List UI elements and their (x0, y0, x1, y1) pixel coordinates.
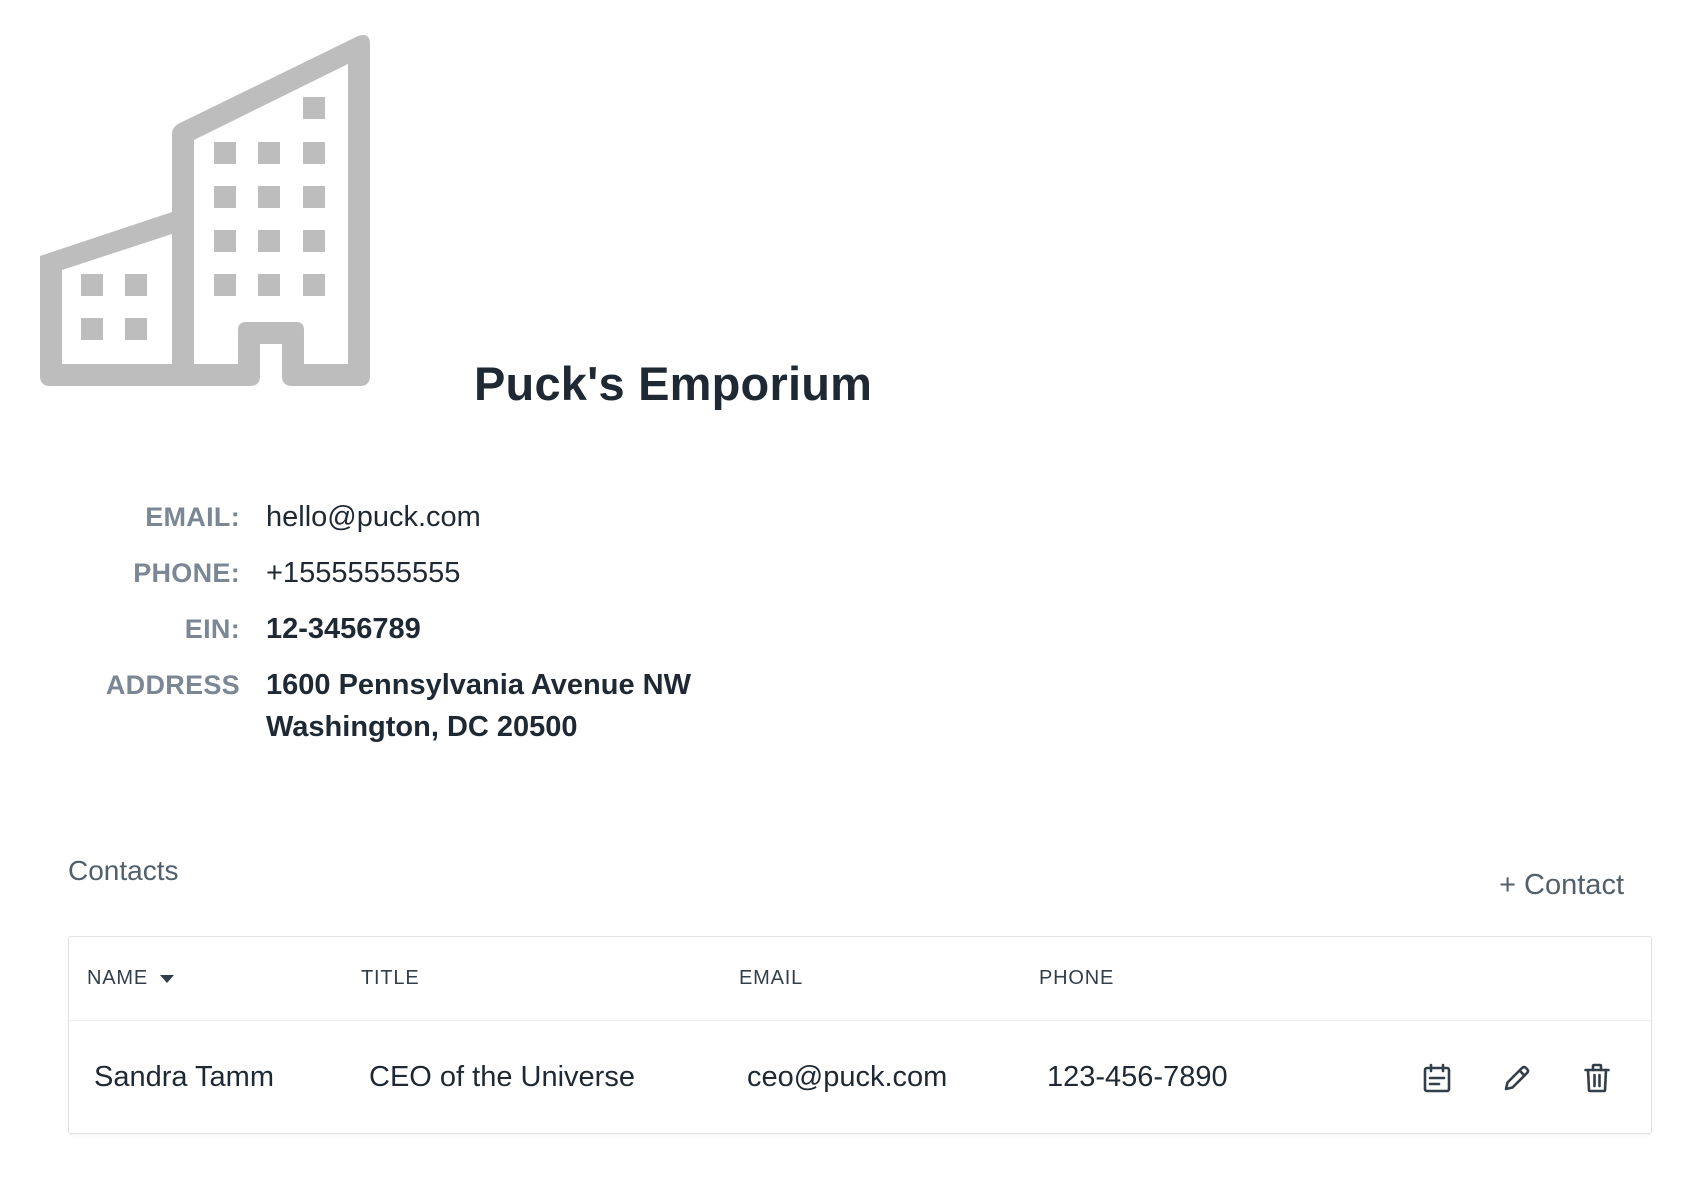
company-address: 1600 Pennsylvania Avenue NW Washington, … (266, 664, 691, 748)
column-header-title: TITLE (361, 967, 419, 990)
contacts-table: NAME TITLE EMAIL PHONE Sandra Tamm CEO o… (68, 936, 1652, 1134)
address-line-1: 1600 Pennsylvania Avenue NW (266, 669, 691, 701)
contact-email: ceo@puck.com (747, 1061, 948, 1093)
detail-label: ADDRESS (105, 670, 240, 700)
company-phone[interactable]: +15555555555 (266, 556, 460, 590)
detail-email: EMAIL: hello@puck.com (60, 500, 960, 534)
notes-icon (1423, 1063, 1451, 1093)
detail-ein: EIN: 12-3456789 (60, 612, 960, 646)
column-header-label: NAME (87, 967, 148, 989)
building-icon (40, 35, 370, 386)
company-name: Puck's Emporium (474, 357, 873, 410)
detail-phone: PHONE: +15555555555 (60, 556, 960, 590)
column-header-label: TITLE (361, 967, 420, 989)
detail-label: EIN: (184, 614, 240, 644)
company-email[interactable]: hello@puck.com (266, 500, 481, 534)
column-header-label: PHONE (1039, 967, 1115, 989)
column-header-phone: PHONE (1039, 967, 1114, 990)
add-contact-button[interactable]: + Contact (1493, 865, 1630, 906)
contact-title: CEO of the Universe (369, 1061, 635, 1093)
contacts-heading: Contacts (68, 855, 179, 886)
contact-phone: 123-456-7890 (1047, 1061, 1228, 1093)
detail-label: EMAIL: (145, 502, 240, 532)
table-row[interactable]: Sandra Tamm CEO of the Universe ceo@puck… (69, 1021, 1651, 1134)
view-notes-button[interactable] (1417, 1058, 1457, 1098)
column-header-name[interactable]: NAME (87, 967, 174, 990)
caret-down-icon (159, 974, 174, 983)
contact-name: Sandra Tamm (94, 1061, 274, 1093)
table-header: NAME TITLE EMAIL PHONE (69, 937, 1651, 1021)
company-header: Puck's Emporium (40, 34, 1040, 434)
delete-contact-button[interactable] (1577, 1058, 1617, 1098)
company-details: EMAIL: hello@puck.com PHONE: +1555555555… (60, 500, 960, 770)
detail-label: PHONE: (133, 558, 240, 588)
pencil-icon (1504, 1065, 1530, 1091)
trash-icon (1584, 1063, 1610, 1093)
detail-address: ADDRESS 1600 Pennsylvania Avenue NW Wash… (60, 668, 960, 748)
address-line-2: Washington, DC 20500 (266, 711, 578, 743)
company-ein: 12-3456789 (266, 613, 421, 645)
column-header-email: EMAIL (739, 967, 803, 990)
column-header-label: EMAIL (739, 967, 804, 989)
edit-contact-button[interactable] (1497, 1058, 1537, 1098)
